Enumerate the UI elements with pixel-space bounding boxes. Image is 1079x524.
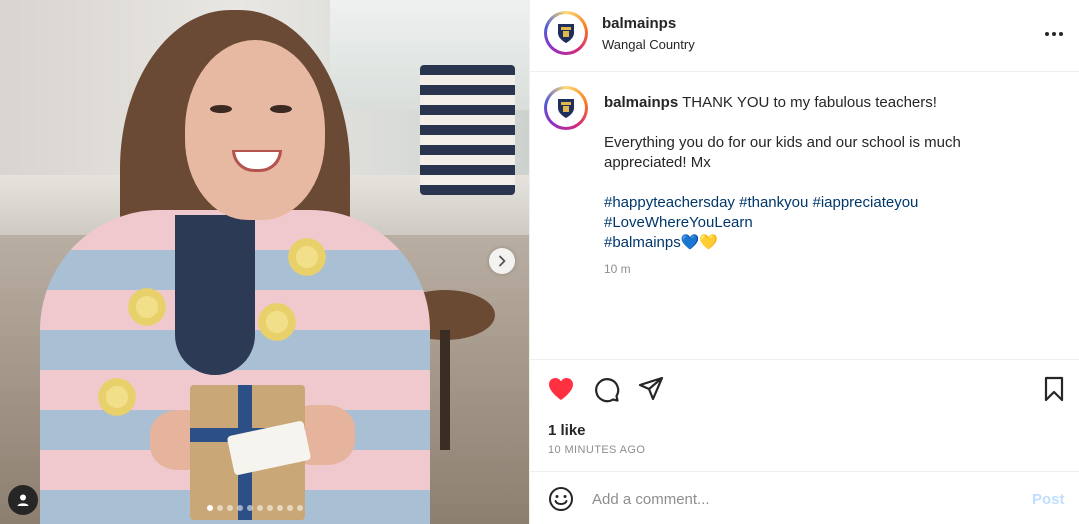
comment-button[interactable] bbox=[592, 375, 620, 403]
cardigan-flower bbox=[125, 285, 169, 329]
stool-leg bbox=[440, 330, 450, 450]
post-timestamp: 10 MINUTES AGO bbox=[548, 444, 646, 456]
person-eye bbox=[270, 105, 292, 113]
tagged-users-button[interactable] bbox=[8, 485, 38, 515]
school-crest-icon bbox=[551, 93, 581, 123]
carousel-dots bbox=[207, 505, 303, 511]
comment-bar: Post bbox=[530, 471, 1079, 524]
person-collar bbox=[175, 215, 255, 375]
carousel-dot bbox=[297, 505, 303, 511]
striped-gift-bag bbox=[420, 65, 515, 195]
post-username[interactable]: balmainps bbox=[602, 15, 676, 32]
caption-text: balmainps THANK YOU to my fabulous teach… bbox=[604, 93, 1024, 279]
more-horizontal-icon bbox=[1045, 32, 1063, 36]
cardigan-flower bbox=[95, 375, 139, 419]
chevron-right-icon bbox=[499, 255, 506, 267]
post-header: balmainps Wangal Country bbox=[530, 0, 1079, 72]
school-crest-icon bbox=[551, 18, 581, 48]
user-tag-icon bbox=[17, 494, 29, 506]
heart-filled-icon bbox=[549, 378, 573, 400]
carousel-dot bbox=[277, 505, 283, 511]
person-eye bbox=[210, 105, 232, 113]
caption-section: balmainps THANK YOU to my fabulous teach… bbox=[530, 73, 1079, 359]
hashtag-link[interactable]: #LoveWhereYouLearn bbox=[604, 213, 1024, 233]
post-panel: balmainps Wangal Country balmainps THANK… bbox=[529, 0, 1079, 524]
carousel-next-button[interactable] bbox=[489, 248, 515, 274]
carousel-dot bbox=[287, 505, 293, 511]
emoji-icon bbox=[549, 487, 573, 511]
caption-avatar[interactable] bbox=[544, 86, 588, 130]
carousel-dot bbox=[257, 505, 263, 511]
post-image[interactable] bbox=[0, 0, 529, 524]
post-location[interactable]: Wangal Country bbox=[602, 37, 695, 52]
cardigan-flower bbox=[285, 235, 329, 279]
avatar[interactable] bbox=[544, 11, 588, 55]
post-comment-button[interactable]: Post bbox=[1032, 491, 1065, 508]
cardigan-flower bbox=[255, 300, 299, 344]
more-options-button[interactable] bbox=[1042, 22, 1066, 46]
hashtag-link[interactable]: #happyteachersday #thankyou #iappreciate… bbox=[604, 193, 1024, 213]
avatar-inner bbox=[547, 14, 585, 52]
avatar-inner bbox=[547, 89, 585, 127]
save-button[interactable] bbox=[1040, 375, 1068, 403]
caption-line: Everything you do for our kids and our s… bbox=[604, 134, 961, 171]
hashtag-link[interactable]: #balmainps💙💛 bbox=[604, 233, 1024, 253]
caption-timestamp: 10 m bbox=[604, 262, 631, 276]
carousel-dot bbox=[237, 505, 243, 511]
comment-input[interactable] bbox=[592, 486, 1012, 512]
carousel-dot bbox=[247, 505, 253, 511]
bookmark-icon bbox=[1044, 376, 1064, 402]
caption-username[interactable]: balmainps bbox=[604, 94, 678, 111]
caption-line: THANK YOU to my fabulous teachers! bbox=[682, 94, 937, 111]
share-button[interactable] bbox=[637, 375, 665, 403]
carousel-dot bbox=[267, 505, 273, 511]
like-button[interactable] bbox=[547, 375, 575, 403]
carousel-dot bbox=[207, 505, 213, 511]
action-bar: 1 like 10 MINUTES AGO bbox=[530, 359, 1079, 471]
carousel-dot bbox=[227, 505, 233, 511]
comment-icon bbox=[595, 378, 620, 403]
like-count[interactable]: 1 like bbox=[548, 422, 586, 439]
person-face bbox=[185, 40, 325, 220]
emoji-button[interactable] bbox=[548, 486, 574, 512]
share-icon bbox=[638, 376, 664, 401]
carousel-dot bbox=[217, 505, 223, 511]
